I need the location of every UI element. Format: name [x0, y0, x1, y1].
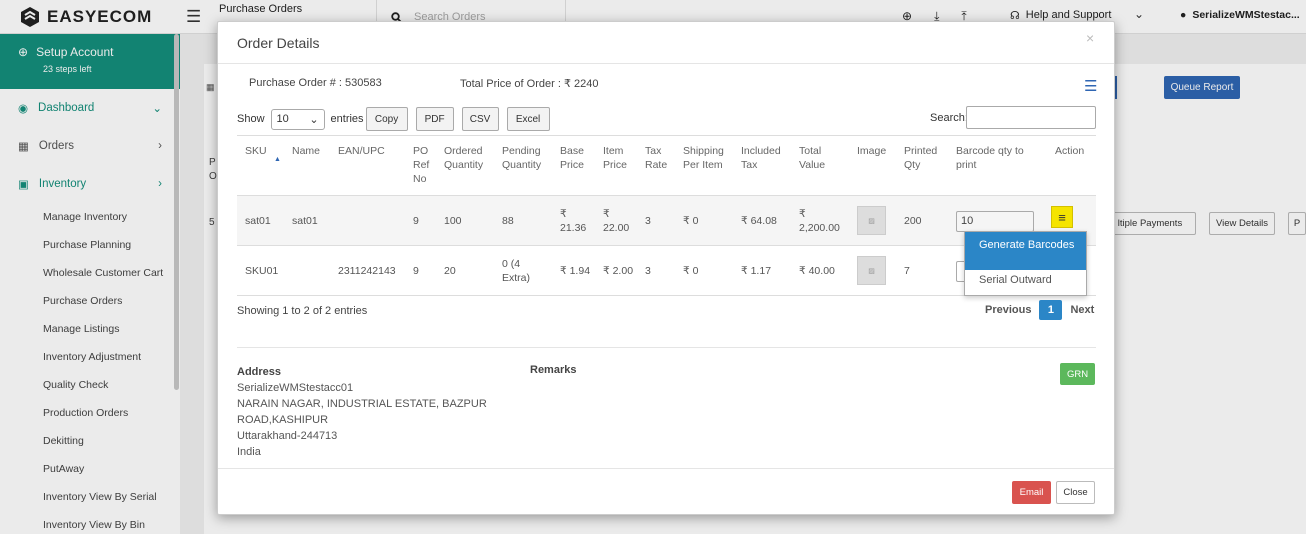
barcode-qty-input[interactable]: 10: [956, 211, 1034, 232]
col-po-ref[interactable]: PO Ref No: [413, 144, 433, 186]
cell-ordered: 100: [444, 215, 462, 227]
cell-ean: 2311242143: [338, 265, 396, 277]
close-button[interactable]: Close: [1056, 481, 1095, 504]
cell-sku: SKU01: [245, 265, 279, 277]
address-line: Uttarakhand-244713: [237, 430, 338, 442]
cell-sku: sat01: [245, 215, 271, 227]
col-ordered[interactable]: Ordered Quantity: [444, 144, 496, 172]
cell-base-price: ₹ 1.94: [560, 265, 591, 277]
address-line: India: [237, 446, 261, 458]
col-sku[interactable]: SKU: [245, 144, 267, 158]
col-total-value[interactable]: Total Value: [799, 144, 839, 172]
address-line: NARAIN NAGAR, INDUSTRIAL ESTATE, BAZPUR: [237, 398, 487, 410]
cell-item-price: ₹ 22.00: [603, 208, 630, 234]
col-name[interactable]: Name: [292, 144, 320, 158]
col-barcode-qty[interactable]: Barcode qty to print: [956, 144, 1036, 172]
entries-label: entries: [330, 113, 364, 125]
po-label: Purchase Order # :: [249, 77, 342, 89]
modal-footer-divider: [218, 468, 1114, 469]
col-included-tax[interactable]: Included Tax: [741, 144, 789, 172]
col-image: Image: [857, 145, 887, 157]
generate-barcodes-option[interactable]: Generate Barcodes: [965, 232, 1086, 270]
entries-select[interactable]: 10 ⌄: [270, 108, 325, 130]
cell-included-tax: ₹ 64.08: [741, 215, 777, 227]
address-block: Address SerializeWMStestacc01 NARAIN NAG…: [237, 364, 487, 460]
cell-pending: 88: [502, 215, 514, 227]
cell-pending: 0 (4 Extra): [502, 258, 531, 284]
show-label: Show: [237, 113, 265, 125]
previous-button[interactable]: Previous: [985, 304, 1031, 316]
page-1-button[interactable]: 1: [1039, 300, 1063, 320]
col-item-price[interactable]: Item Price: [603, 144, 633, 172]
divider: [237, 347, 1096, 348]
cell-included-tax: ₹ 1.17: [741, 265, 772, 277]
cell-po-ref: 9: [413, 265, 419, 277]
cell-item-price: ₹ 2.00: [603, 265, 634, 277]
pdf-button[interactable]: PDF: [415, 107, 454, 131]
grn-button[interactable]: GRN: [1060, 363, 1095, 385]
address-title: Address: [237, 366, 282, 378]
sort-asc-icon[interactable]: ▲: [274, 156, 281, 163]
product-image-placeholder: ▨: [857, 256, 886, 285]
excel-button[interactable]: Excel: [506, 107, 550, 131]
address-line: SerializeWMStestacc01: [237, 382, 354, 394]
table-search-label: Search:: [930, 112, 968, 124]
po-value: 530583: [345, 77, 382, 89]
close-icon[interactable]: ×: [1086, 30, 1094, 46]
cell-shipping: ₹ 0: [683, 265, 699, 277]
po-number: Purchase Order # : 530583: [249, 77, 382, 89]
order-details-modal: Order Details × Purchase Order # : 53058…: [217, 21, 1115, 515]
action-dropdown: Generate Barcodes Serial Outward: [964, 231, 1087, 296]
address-line: ROAD,KASHIPUR: [237, 414, 329, 426]
cell-tax-rate: 3: [645, 215, 651, 227]
serial-outward-option[interactable]: Serial Outward: [979, 274, 1052, 286]
list-menu-icon[interactable]: ☰: [1084, 77, 1097, 95]
col-shipping[interactable]: Shipping Per Item: [683, 144, 733, 172]
pagination: Previous 1 Next: [985, 300, 1094, 320]
cell-name: sat01: [292, 215, 318, 227]
remarks-title: Remarks: [530, 364, 577, 376]
csv-button[interactable]: CSV: [461, 107, 499, 131]
cell-base-price: ₹ 21.36: [560, 208, 587, 234]
copy-button[interactable]: Copy: [365, 107, 408, 131]
col-pending[interactable]: Pending Quantity: [502, 144, 554, 172]
col-base-price[interactable]: Base Price: [560, 144, 590, 172]
table-search-input[interactable]: [966, 106, 1096, 129]
col-ean[interactable]: EAN/UPC: [338, 144, 385, 158]
email-button[interactable]: Email: [1012, 481, 1051, 504]
col-printed-qty[interactable]: Printed Qty: [904, 144, 946, 172]
modal-title: Order Details: [218, 22, 1114, 64]
cell-printed-qty: 7: [904, 265, 910, 277]
total-value: ₹ 2240: [563, 78, 599, 90]
total-price: Total Price of Order : ₹ 2240: [460, 77, 598, 90]
cell-ordered: 20: [444, 265, 456, 277]
row-action-menu-button[interactable]: ≡: [1051, 206, 1073, 228]
cell-tax-rate: 3: [645, 265, 651, 277]
col-tax-rate[interactable]: Tax Rate: [645, 144, 675, 172]
cell-printed-qty: 200: [904, 215, 922, 227]
table-info: Showing 1 to 2 of 2 entries: [237, 305, 368, 317]
cell-shipping: ₹ 0: [683, 215, 699, 227]
cell-total-value: ₹ 40.00: [799, 265, 835, 277]
entries-value: 10: [276, 113, 289, 125]
cell-po-ref: 9: [413, 215, 419, 227]
col-action: Action: [1055, 145, 1085, 157]
product-image-placeholder: ▨: [857, 206, 886, 235]
total-label: Total Price of Order :: [460, 78, 561, 90]
next-button[interactable]: Next: [1070, 304, 1094, 316]
cell-total-value: ₹ 2,200.00: [799, 208, 840, 234]
chevron-down-icon: ⌄: [309, 113, 319, 126]
